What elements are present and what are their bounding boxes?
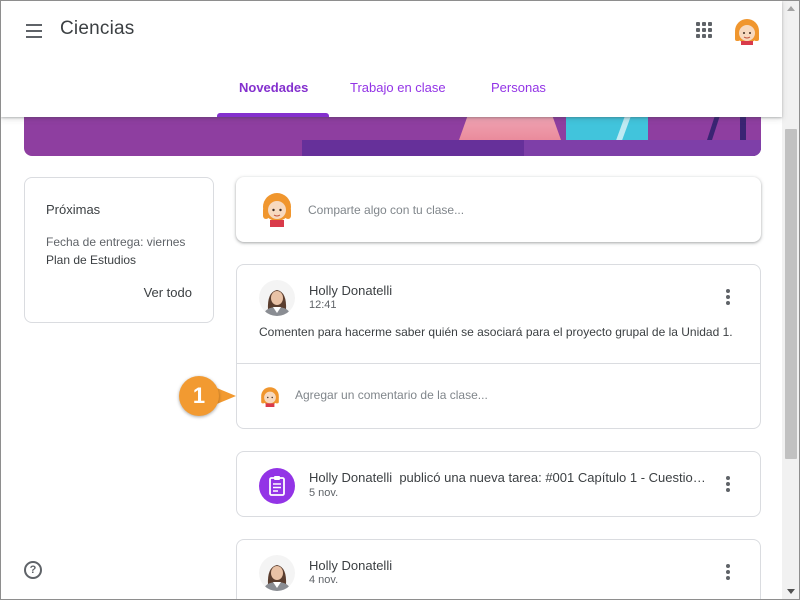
tab-people[interactable]: Personas xyxy=(491,80,546,95)
author-photo xyxy=(259,555,295,591)
user-avatar xyxy=(263,193,291,227)
scroll-up-arrow-icon[interactable] xyxy=(787,6,795,11)
stream-post: Holly Donatelli 12:41 Comenten para hace… xyxy=(236,264,761,429)
help-icon[interactable]: ? xyxy=(24,561,42,579)
stream-post-assignment[interactable]: Holly Donatelli publicó una nueva tarea:… xyxy=(236,451,761,517)
share-with-class-box[interactable]: Comparte algo con tu clase... xyxy=(236,177,761,242)
upcoming-title: Próximas xyxy=(46,202,101,217)
assignment-post-title[interactable]: Holly Donatelli publicó una nueva tarea:… xyxy=(309,470,707,485)
assignment-clipboard-icon xyxy=(259,468,295,504)
view-all-link[interactable]: Ver todo xyxy=(144,285,192,300)
scroll-down-arrow-icon[interactable] xyxy=(787,589,795,594)
vertical-scrollbar[interactable] xyxy=(782,1,799,599)
stream-post: Holly Donatelli 4 nov. xyxy=(236,539,761,599)
user-avatar[interactable] xyxy=(732,15,762,45)
author-name[interactable]: Holly Donatelli xyxy=(309,558,392,573)
upcoming-panel: Próximas Fecha de entrega: viernes Plan … xyxy=(24,177,214,323)
share-input[interactable]: Comparte algo con tu clase... xyxy=(308,203,464,217)
step-callout: 1 xyxy=(179,376,241,416)
post-time: 5 nov. xyxy=(309,487,339,499)
tab-stream[interactable]: Novedades xyxy=(239,80,308,95)
divider xyxy=(237,363,760,364)
active-tab-indicator xyxy=(217,113,329,117)
author-photo xyxy=(259,280,295,316)
more-vert-icon[interactable] xyxy=(718,287,738,307)
upcoming-due-date: Fecha de entrega: viernes xyxy=(46,235,186,249)
more-vert-icon[interactable] xyxy=(718,562,738,582)
classroom-window: Ciencias Novedades Trabajo en clase Pers… xyxy=(0,0,800,600)
post-time: 4 nov. xyxy=(309,574,339,586)
top-app-bar: Ciencias Novedades Trabajo en clase Pers… xyxy=(1,1,782,117)
hamburger-menu-icon[interactable] xyxy=(23,20,45,42)
user-avatar xyxy=(261,387,279,407)
author-name[interactable]: Holly Donatelli xyxy=(309,283,392,298)
author-name: Holly Donatelli xyxy=(309,470,393,485)
upcoming-item[interactable]: Plan de Estudios xyxy=(46,253,136,267)
post-text: Comenten para hacerme saber quién se aso… xyxy=(259,325,733,339)
callout-number: 1 xyxy=(179,376,219,416)
post-action: publicó una nueva tarea: #001 Capítulo 1… xyxy=(399,470,707,485)
scroll-thumb[interactable] xyxy=(785,129,797,459)
apps-grid-icon[interactable] xyxy=(694,20,714,40)
tab-classwork[interactable]: Trabajo en clase xyxy=(350,80,446,95)
more-vert-icon[interactable] xyxy=(718,474,738,494)
class-comment-input[interactable] xyxy=(295,388,715,402)
class-title[interactable]: Ciencias xyxy=(60,18,134,40)
post-time: 12:41 xyxy=(309,299,337,311)
